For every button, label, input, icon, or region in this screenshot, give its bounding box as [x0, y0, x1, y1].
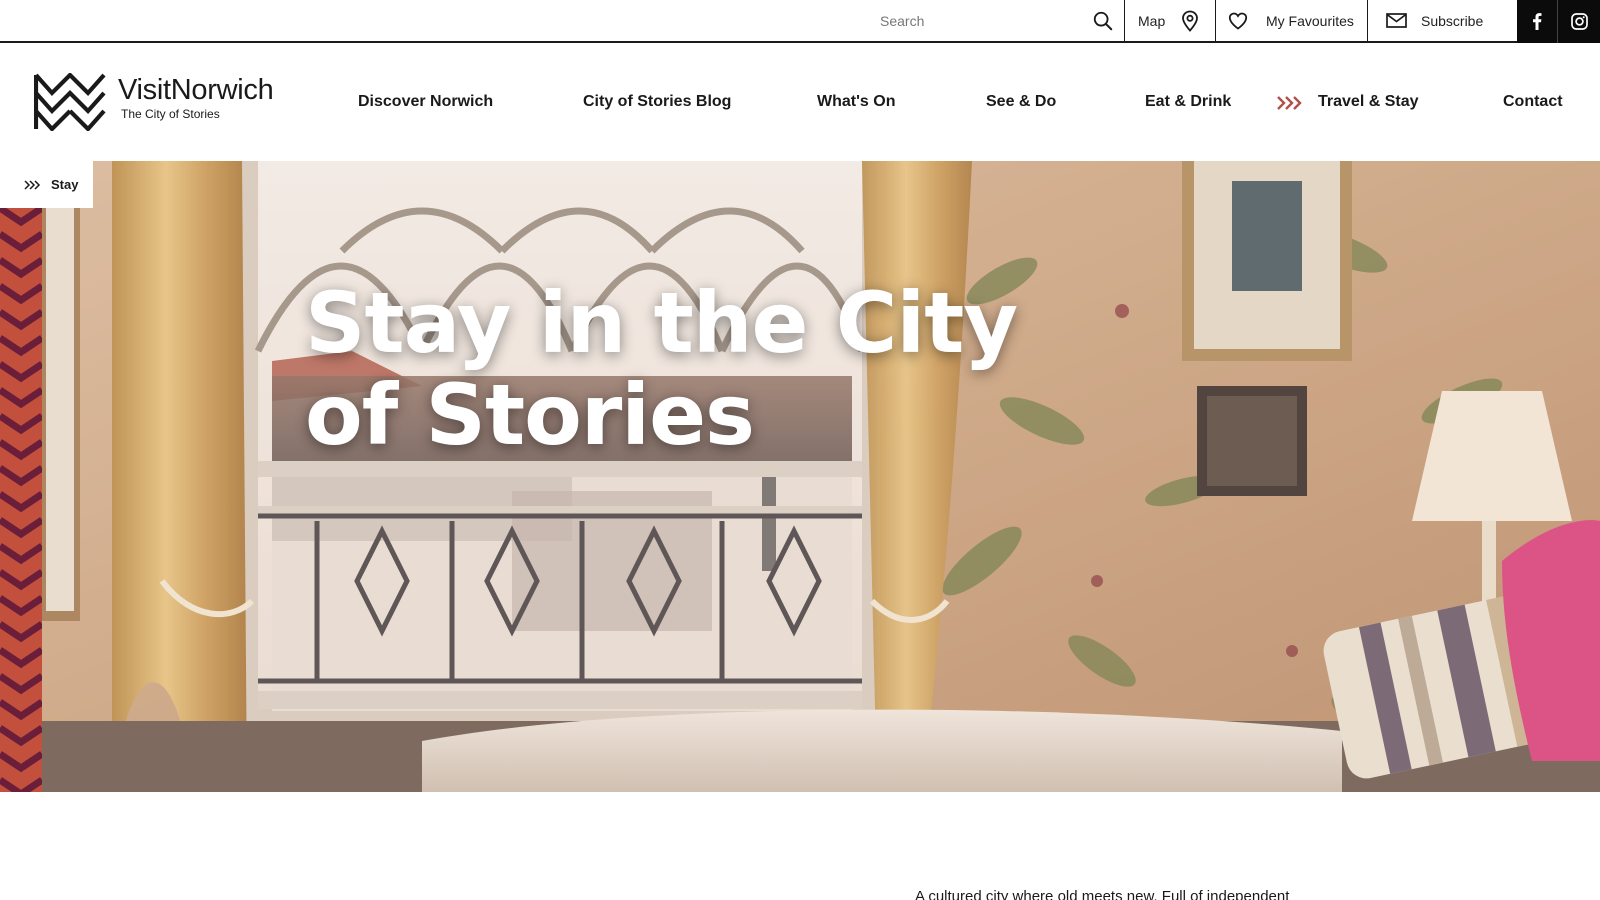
visitnorwich-chevron-logo-icon — [34, 73, 106, 131]
site-logo[interactable]: VisitNorwich The City of Stories — [34, 73, 274, 131]
nav-city-of-stories-blog[interactable]: City of Stories Blog — [583, 93, 731, 111]
logo-tagline: The City of Stories — [121, 107, 220, 121]
hero-banner: Stay in the City of Stories — [0, 161, 1600, 792]
hero-title: Stay in the City of Stories — [305, 274, 1018, 464]
breadcrumb-stay[interactable]: Stay — [0, 161, 93, 208]
intro-paragraph: A cultured city where old meets new. Ful… — [915, 888, 1290, 900]
search-box — [868, 0, 1124, 41]
utility-bar: Map My Favourites Subscribe — [0, 0, 1600, 43]
chevron-pattern-strip — [0, 208, 42, 792]
nav-whats-on[interactable]: What's On — [817, 93, 895, 111]
heart-icon — [1228, 12, 1248, 30]
map-pin-icon — [1182, 10, 1199, 32]
hero-image — [42, 161, 1600, 792]
envelope-icon — [1386, 13, 1407, 28]
facebook-link[interactable] — [1517, 0, 1558, 43]
nav-contact[interactable]: Contact — [1503, 93, 1563, 111]
nav-see-and-do[interactable]: See & Do — [986, 93, 1056, 111]
facebook-icon — [1533, 13, 1542, 30]
instagram-link[interactable] — [1558, 0, 1600, 43]
nav-travel-and-stay[interactable]: Travel & Stay — [1318, 93, 1419, 111]
breadcrumb-label: Stay — [51, 177, 79, 192]
map-label: Map — [1138, 12, 1166, 29]
subscribe-link[interactable]: Subscribe — [1367, 0, 1517, 41]
map-link[interactable]: Map — [1124, 0, 1215, 41]
instagram-icon — [1570, 13, 1588, 30]
search-input[interactable] — [868, 12, 1068, 29]
main-header: VisitNorwich The City of Stories Discove… — [0, 43, 1600, 161]
triple-chevron-icon — [1277, 96, 1302, 110]
my-favourites-label: My Favourites — [1266, 12, 1354, 29]
nav-discover-norwich[interactable]: Discover Norwich — [358, 93, 493, 111]
search-icon[interactable] — [1092, 10, 1114, 32]
nav-eat-and-drink[interactable]: Eat & Drink — [1145, 93, 1231, 111]
logo-text: VisitNorwich The City of Stories — [118, 73, 274, 121]
triple-chevron-icon — [24, 179, 41, 190]
my-favourites-link[interactable]: My Favourites — [1215, 0, 1367, 41]
logo-name: VisitNorwich — [118, 74, 274, 106]
subscribe-label: Subscribe — [1421, 12, 1484, 29]
